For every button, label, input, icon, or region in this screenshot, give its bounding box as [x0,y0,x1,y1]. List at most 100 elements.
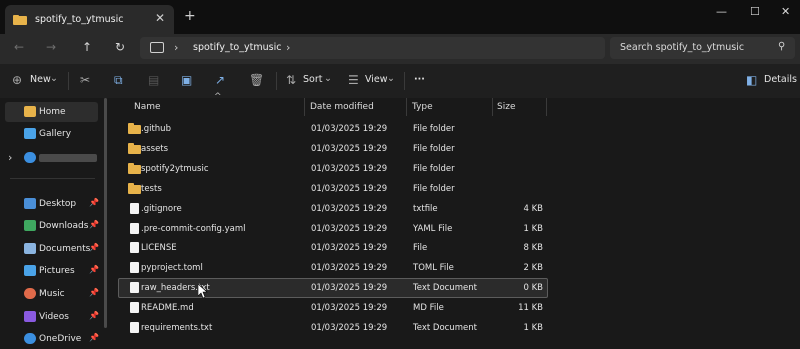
sidebar-item-label: Documents [39,244,91,254]
address-bar[interactable]: › spotify_to_ytmusic › [140,37,605,59]
expand-chevron-icon[interactable]: › [8,151,12,164]
sidebar-item-onedrive[interactable]: OneDrive 📌 [5,329,99,349]
up-arrow-icon[interactable]: ↑ [82,40,92,54]
file-type: Text Document [413,283,477,294]
sidebar-item-music[interactable]: Music 📌 [5,284,99,304]
refresh-icon[interactable]: ↻ [115,40,125,54]
table-row[interactable]: README.md 01/03/2025 19:29 MD File 11 KB [118,298,548,318]
table-row[interactable]: .github 01/03/2025 19:29 File folder [118,119,548,139]
documents-icon [24,243,36,254]
search-icon[interactable]: ⚲ [778,41,785,52]
sidebar-item-downloads[interactable]: Downloads 📌 [5,216,99,236]
sidebar-item-label: Music [39,289,65,299]
file-size: 11 KB [518,303,543,314]
new-button[interactable]: New [30,74,51,85]
file-type: MD File [413,303,444,314]
pin-icon[interactable]: 📌 [89,220,99,229]
column-divider[interactable] [304,98,305,116]
tab-close-icon[interactable]: ✕ [155,11,165,25]
column-divider[interactable] [546,98,547,116]
file-size: 8 KB [523,243,543,254]
column-header-type[interactable]: Type [412,102,433,120]
divider [68,72,69,90]
view-button[interactable]: View [365,74,388,85]
rename-icon[interactable]: ▣ [181,73,192,87]
downloads-icon [24,220,36,231]
file-type: File folder [413,163,455,174]
pin-icon[interactable]: 📌 [89,333,99,342]
minimize-button[interactable]: — [716,5,727,18]
sort-icon[interactable]: ⇅ [286,73,296,87]
forward-arrow-icon[interactable]: → [46,40,56,54]
file-size: 1 KB [523,223,543,234]
file-name: LICENSE [141,243,177,254]
table-row[interactable]: requirements.txt 01/03/2025 19:29 Text Doc… [118,318,548,338]
sort-button[interactable]: Sort [303,74,322,85]
sidebar-item-documents[interactable]: Documents 📌 [5,239,99,259]
search-box[interactable]: Search spotify_to_ytmusic ⚲ [610,37,795,59]
table-row[interactable]: .pre-commit-config.yaml 01/03/2025 19:29 Y… [118,219,548,239]
details-button[interactable]: Details [764,74,797,85]
file-name: spotify2ytmusic [141,163,209,174]
chevron-right-icon[interactable]: › [174,41,178,54]
file-name: requirements.txt [141,323,213,333]
chevron-down-icon[interactable]: ⌄ [387,73,395,84]
file-name: .pre-commit-config.yaml [141,223,246,234]
search-placeholder[interactable]: Search spotify_to_ytmusic [620,42,744,53]
delete-icon[interactable]: 🗑 [249,73,264,87]
details-pane-icon[interactable]: ◧ [746,73,757,87]
chevron-down-icon[interactable]: ⌄ [50,73,58,84]
chevron-right-icon[interactable]: › [286,41,290,54]
table-row[interactable]: spotify2ytmusic 01/03/2025 19:29 File fold… [118,159,548,179]
back-arrow-icon[interactable]: ← [14,40,24,54]
sidebar-item-label: Videos [39,312,69,322]
breadcrumb-folder[interactable]: spotify_to_ytmusic [193,42,281,53]
pin-icon[interactable]: 📌 [89,288,99,297]
table-row[interactable]: tests 01/03/2025 19:29 File folder [118,179,548,199]
sidebar-item-desktop[interactable]: Desktop 📌 [5,194,99,214]
maximize-button[interactable]: ☐ [750,5,760,18]
pin-icon[interactable]: 📌 [89,311,99,320]
close-window-button[interactable]: ✕ [781,5,790,18]
pin-icon[interactable]: 📌 [89,243,99,252]
this-pc-icon[interactable] [150,42,164,53]
sidebar-item-home[interactable]: Home [5,102,98,122]
column-header-name[interactable]: Name [134,102,161,120]
column-header-size[interactable]: Size [497,102,515,120]
cut-icon[interactable]: ✂ [80,73,90,87]
pin-icon[interactable]: 📌 [89,198,99,207]
pin-icon[interactable]: 📌 [89,265,99,274]
pictures-icon [24,265,36,276]
file-icon [130,242,139,254]
date-modified: 01/03/2025 19:29 [311,243,388,254]
column-divider[interactable] [406,98,407,116]
sidebar-item-gallery[interactable]: Gallery [5,124,98,144]
table-row[interactable]: pyproject.toml 01/03/2025 19:29 TOML File 2… [118,258,548,278]
new-tab-button[interactable]: + [184,8,196,24]
file-type: txtfile [413,203,438,214]
new-icon[interactable]: ⊕ [12,73,22,87]
date-modified: 01/03/2025 19:29 [311,263,388,274]
command-bar: ⊕ New ⌄ ✂ ⧉ ▤ ▣ ↗ 🗑 ⇅ Sort ⌄ ☰ View ⌄ ··… [0,64,800,98]
sidebar-item-videos[interactable]: Videos 📌 [5,307,99,327]
onedrive-icon [24,152,36,163]
table-row[interactable]: assets 01/03/2025 19:29 File folder [118,139,548,159]
paste-icon[interactable]: ▤ [148,73,159,87]
copy-icon[interactable]: ⧉ [114,73,123,88]
sidebar-scrollbar[interactable] [104,98,107,328]
share-icon[interactable]: ↗ [215,73,225,87]
table-row[interactable]: LICENSE 01/03/2025 19:29 File 8 KB [118,238,548,258]
sidebar-item-onedrive-account[interactable]: › [5,148,98,168]
more-options-button[interactable]: ··· [414,74,425,85]
chevron-down-icon[interactable]: ⌄ [324,73,332,84]
view-icon[interactable]: ☰ [348,73,359,87]
tab-spotify-to-ytmusic[interactable]: spotify_to_ytmusic ✕ [5,5,174,34]
sidebar-item-label: Desktop [39,199,77,209]
table-row[interactable]: raw_headers.txt 01/03/2025 19:29 Text Docu… [118,278,548,299]
divider [404,72,405,90]
sidebar-item-pictures[interactable]: Pictures 📌 [5,261,99,281]
column-header-date-modified[interactable]: Date modified [310,102,374,120]
table-row[interactable]: .gitignore 01/03/2025 19:29 txtfile 4 KB [118,199,548,219]
folder-icon [128,123,141,134]
column-divider[interactable] [492,98,493,116]
